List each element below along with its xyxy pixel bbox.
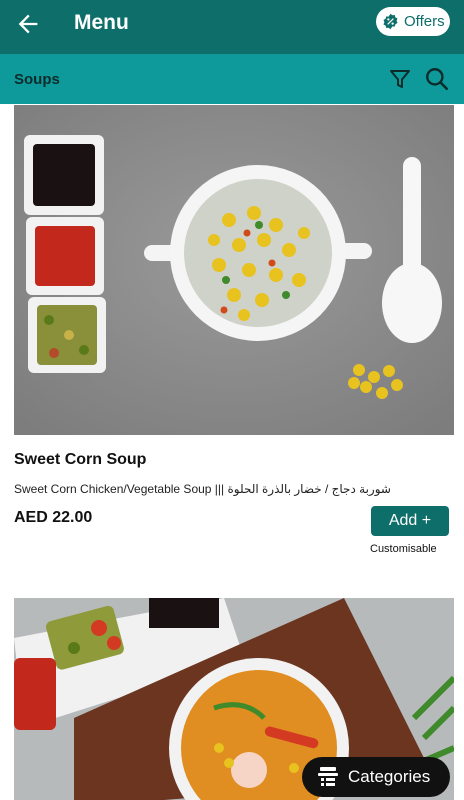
item-name: Sweet Corn Soup	[14, 451, 147, 468]
page-title: Menu	[74, 11, 129, 34]
customisable-label: Customisable	[370, 543, 437, 555]
filter-button[interactable]	[388, 67, 412, 91]
menu-book-icon	[318, 767, 338, 786]
category-bar: Soups	[0, 54, 464, 104]
top-app-bar: Menu Offers	[0, 0, 464, 54]
item-price: AED 22.00	[14, 509, 93, 526]
sweet-corn-soup-image[interactable]	[14, 105, 454, 435]
back-button[interactable]	[14, 10, 42, 38]
search-button[interactable]	[424, 66, 450, 92]
categories-label: Categories	[348, 767, 431, 786]
filter-icon	[390, 70, 410, 88]
discount-badge-icon	[383, 13, 398, 30]
offers-label: Offers	[404, 13, 445, 30]
item-description: Sweet Corn Chicken/Vegetable Soup ||| شو…	[14, 482, 391, 496]
search-icon	[426, 68, 449, 91]
arrow-left-icon	[18, 14, 38, 34]
add-to-cart-button[interactable]: Add +	[371, 506, 449, 536]
categories-button[interactable]: Categories	[302, 757, 450, 797]
offers-button[interactable]: Offers	[376, 7, 450, 36]
category-title: Soups	[14, 71, 60, 88]
